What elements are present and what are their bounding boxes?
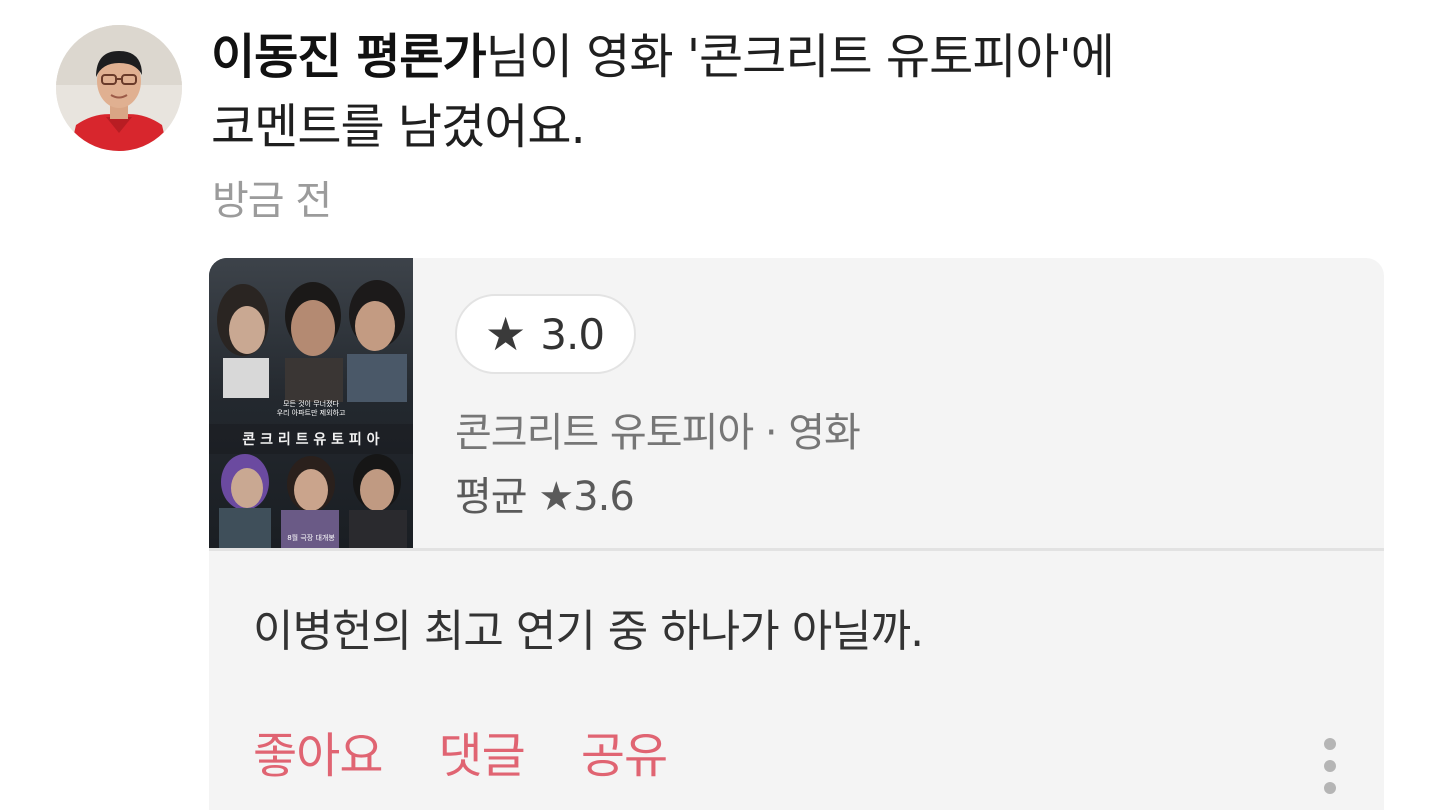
comment-card: 모든 것이 무너졌다 우리 아파트만 제외하고 콘 크 리 트 유 토 피 아: [209, 258, 1384, 810]
more-dot: [1324, 738, 1336, 750]
poster-release: 8월 극장 대개봉: [287, 533, 335, 542]
my-rating-badge: ★ 3.0: [455, 294, 637, 374]
more-dot: [1324, 782, 1336, 794]
like-button[interactable]: 좋아요: [253, 724, 383, 788]
reply-button[interactable]: 댓글: [438, 724, 525, 788]
share-button[interactable]: 공유: [581, 724, 668, 788]
avatar[interactable]: [56, 25, 182, 151]
movie-title-type: 콘크리트 유토피아 · 영화: [455, 410, 861, 456]
star-icon: ★: [485, 307, 527, 361]
author-name[interactable]: 이동진 평론가: [211, 29, 487, 85]
more-options-icon[interactable]: [1315, 738, 1345, 798]
comment-text[interactable]: 이병헌의 최고 연기 중 하나가 아닐까.: [253, 602, 924, 662]
rating-value: 3.0: [540, 309, 605, 359]
divider: [209, 548, 1384, 551]
poster-tagline-1: 모든 것이 무너졌다: [283, 399, 340, 408]
action-bar: 좋아요 댓글 공유: [253, 724, 668, 788]
poster-tagline-2: 우리 아파트만 제외하고: [277, 408, 346, 417]
movie-poster[interactable]: 모든 것이 무너졌다 우리 아파트만 제외하고 콘 크 리 트 유 토 피 아: [209, 258, 413, 548]
activity-feed-item: 이동진 평론가님이 영화 '콘크리트 유토피아'에 코멘트를 남겼어요. 방금 …: [0, 0, 1440, 810]
timestamp: 방금 전: [212, 178, 332, 224]
avatar-photo: [56, 25, 182, 151]
movie-summary[interactable]: 모든 것이 무너졌다 우리 아파트만 제외하고 콘 크 리 트 유 토 피 아: [209, 258, 1384, 548]
activity-message-line1: 님이 영화 '콘크리트 유토피아'에: [485, 29, 1115, 85]
movie-average-rating: 평균 ★3.6: [455, 474, 635, 520]
poster-image: 모든 것이 무너졌다 우리 아파트만 제외하고 콘 크 리 트 유 토 피 아: [209, 258, 413, 548]
activity-headline: 이동진 평론가님이 영화 '콘크리트 유토피아'에 코멘트를 남겼어요.: [211, 22, 1371, 162]
activity-message-line2: 코멘트를 남겼어요.: [211, 99, 586, 155]
more-dot: [1324, 760, 1336, 772]
poster-title: 콘 크 리 트 유 토 피 아: [242, 431, 379, 448]
